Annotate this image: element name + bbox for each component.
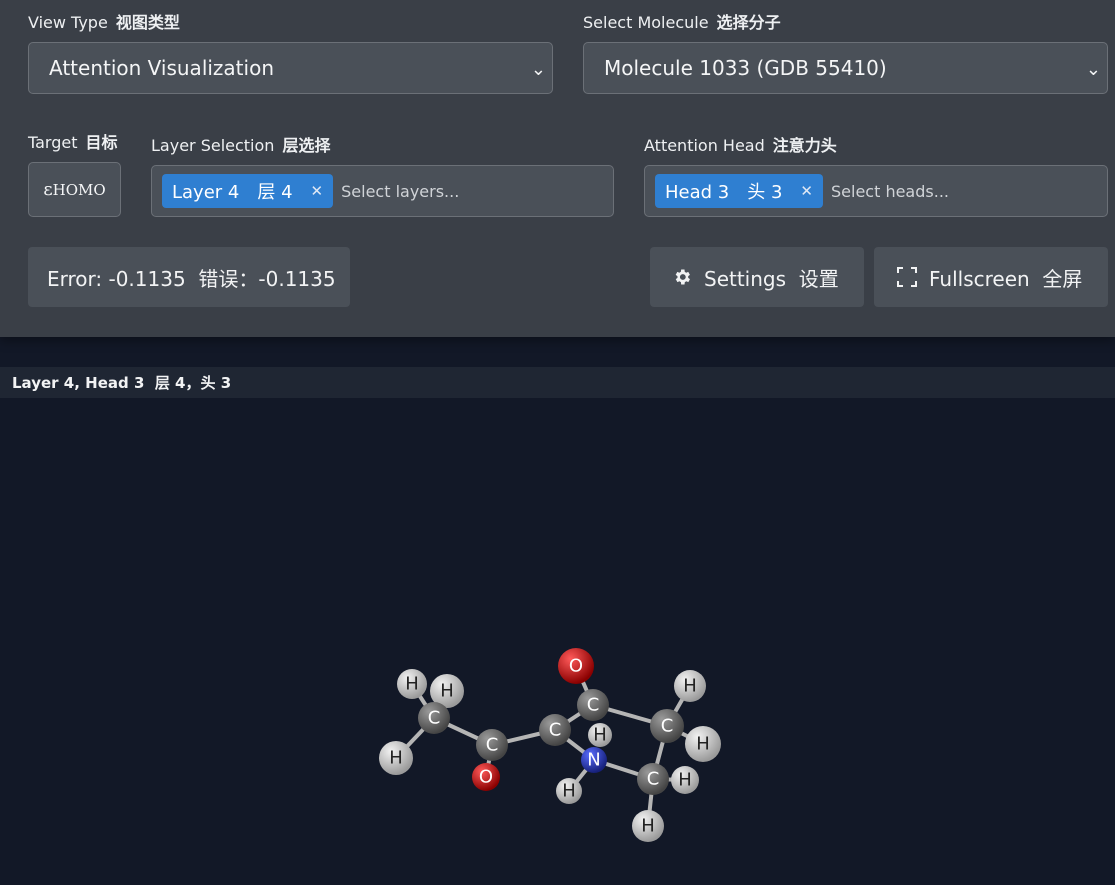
svg-text:N: N — [587, 750, 600, 771]
svg-text:O: O — [569, 656, 583, 677]
atom-o: O — [472, 763, 500, 791]
view-type-value: Attention Visualization — [49, 56, 274, 80]
error-display: Error: -0.1135 错误：-0.1135 — [28, 247, 350, 307]
svg-text:C: C — [647, 769, 660, 790]
fullscreen-button[interactable]: Fullscreen 全屏 — [874, 247, 1108, 307]
atom-h: H — [397, 669, 427, 699]
atom-h: H — [671, 766, 699, 794]
svg-text:H: H — [562, 781, 576, 802]
svg-text:C: C — [428, 708, 441, 729]
svg-text:C: C — [549, 720, 562, 741]
chevron-down-icon: ⌄ — [1085, 59, 1101, 80]
molecule-label: Select Molecule 选择分子 — [583, 13, 781, 32]
chevron-down-icon: ⌄ — [530, 59, 546, 80]
atom-o: O — [558, 648, 594, 684]
svg-text:H: H — [440, 681, 454, 702]
atom-c: C — [650, 709, 684, 743]
atom-h: H — [556, 778, 582, 804]
svg-text:H: H — [389, 748, 403, 769]
control-panel: View Type 视图类型 Attention Visualization ⌄ … — [0, 0, 1115, 337]
svg-text:C: C — [486, 735, 499, 756]
atom-c: C — [418, 702, 450, 734]
molecule-select[interactable]: Molecule 1033 (GDB 55410) ⌄ — [583, 42, 1108, 94]
view-title-bar: Layer 4, Head 3 层 4，头 3 — [0, 367, 1115, 398]
head-chip: Head 3 头 3 ✕ — [655, 174, 823, 208]
atom-h: H — [588, 723, 612, 747]
gear-icon — [675, 269, 690, 285]
atom-h: H — [685, 726, 721, 762]
view-title: Layer 4, Head 3 层 4，头 3 — [12, 374, 232, 392]
layer-multiselect[interactable]: Layer 4 层 4 ✕ Select layers... — [151, 165, 614, 217]
molecule-value: Molecule 1033 (GDB 55410) — [604, 56, 887, 80]
target-label: Target 目标 — [28, 133, 118, 152]
fullscreen-icon — [897, 267, 917, 287]
atom-c: C — [637, 763, 669, 795]
settings-button[interactable]: Settings 设置 — [650, 247, 864, 307]
layer-chip: Layer 4 层 4 ✕ — [162, 174, 334, 208]
atom-n: N — [581, 747, 607, 773]
svg-text:O: O — [479, 767, 493, 788]
remove-layer-icon[interactable]: ✕ — [311, 182, 324, 200]
head-multiselect[interactable]: Head 3 头 3 ✕ Select heads... — [644, 165, 1108, 217]
molecule-viewer[interactable]: H H H C O C O C C H H H C H H C H N — [0, 398, 1115, 885]
target-display: ε HOMO — [28, 162, 121, 217]
head-search-input[interactable]: Select heads... — [831, 182, 949, 201]
atom-h: H — [379, 741, 413, 775]
atom-c: C — [539, 714, 571, 746]
atom-h: H — [674, 670, 706, 702]
view-type-select[interactable]: Attention Visualization ⌄ — [28, 42, 553, 94]
svg-text:H: H — [641, 816, 655, 837]
layer-selection-label: Layer Selection 层选择 — [151, 136, 331, 155]
remove-head-icon[interactable]: ✕ — [800, 182, 813, 200]
svg-text:C: C — [587, 695, 600, 716]
svg-text:H: H — [696, 734, 710, 755]
svg-text:H: H — [678, 770, 692, 791]
atom-c: C — [476, 729, 508, 761]
attention-head-label: Attention Head 注意力头 — [644, 136, 837, 155]
svg-text:H: H — [683, 676, 697, 697]
svg-text:C: C — [661, 716, 674, 737]
svg-text:H: H — [593, 725, 607, 746]
view-type-label: View Type 视图类型 — [28, 13, 180, 32]
atom-h: H — [632, 810, 664, 842]
layer-search-input[interactable]: Select layers... — [341, 182, 459, 201]
atom-c: C — [577, 689, 609, 721]
svg-text:H: H — [405, 674, 419, 695]
